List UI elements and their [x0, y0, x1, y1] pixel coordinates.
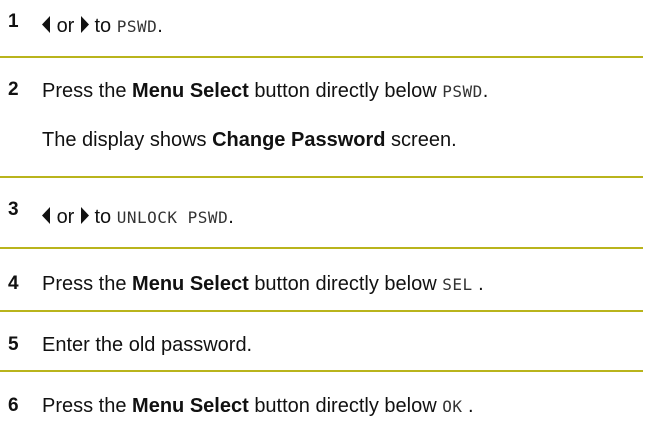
- bold-text: Menu Select: [132, 395, 249, 417]
- bold-text: Menu Select: [132, 80, 249, 102]
- divider: [0, 176, 643, 178]
- to-text: to: [94, 15, 112, 37]
- punctuation: .: [462, 395, 474, 417]
- step-number: 6: [8, 395, 19, 416]
- lcd-label: OK: [442, 397, 463, 416]
- step-number: 3: [8, 199, 19, 220]
- step-text: Press the Menu Select button directly be…: [42, 394, 474, 419]
- bold-text: Change Password: [212, 129, 386, 151]
- left-arrow-icon: [42, 15, 51, 39]
- divider: [0, 310, 643, 312]
- divider: [0, 56, 643, 58]
- step-text: or to PSWD.: [42, 14, 163, 39]
- text-segment: button directly below: [254, 395, 437, 417]
- punctuation: .: [482, 80, 489, 102]
- to-text: to: [94, 206, 112, 228]
- step-text: Press the Menu Select button directly be…: [42, 272, 484, 297]
- lcd-label: UNLOCK PSWD: [116, 208, 229, 227]
- step-number: 2: [8, 79, 19, 100]
- text-segment: button directly below: [254, 273, 437, 295]
- punctuation: .: [472, 273, 484, 295]
- punctuation: .: [157, 15, 163, 37]
- lcd-label: PSWD: [116, 17, 158, 36]
- text-segment: Press the: [42, 395, 127, 417]
- step-text: or to UNLOCK PSWD.: [42, 205, 234, 230]
- text-segment: button directly below: [254, 80, 437, 102]
- right-arrow-icon: [80, 15, 89, 39]
- left-arrow-icon: [42, 206, 51, 230]
- text-segment: Press the: [42, 80, 127, 102]
- step-number: 5: [8, 334, 19, 355]
- right-arrow-icon: [80, 206, 89, 230]
- step-number: 1: [8, 11, 19, 32]
- text-segment: screen.: [391, 129, 457, 151]
- divider: [0, 370, 643, 372]
- lcd-label: SEL: [442, 275, 473, 294]
- or-text: or: [56, 206, 75, 228]
- step-number: 4: [8, 273, 19, 294]
- step-text-line-2: The display shows Change Password screen…: [42, 128, 457, 152]
- step-text: Press the Menu Select button directly be…: [42, 79, 488, 104]
- text-segment: The display shows: [42, 129, 207, 151]
- text-segment: Press the: [42, 273, 127, 295]
- lcd-label: PSWD: [442, 82, 483, 101]
- divider: [0, 247, 643, 249]
- punctuation: .: [228, 206, 234, 228]
- or-text: or: [56, 15, 75, 37]
- bold-text: Menu Select: [132, 273, 249, 295]
- step-text: Enter the old password.: [42, 334, 253, 356]
